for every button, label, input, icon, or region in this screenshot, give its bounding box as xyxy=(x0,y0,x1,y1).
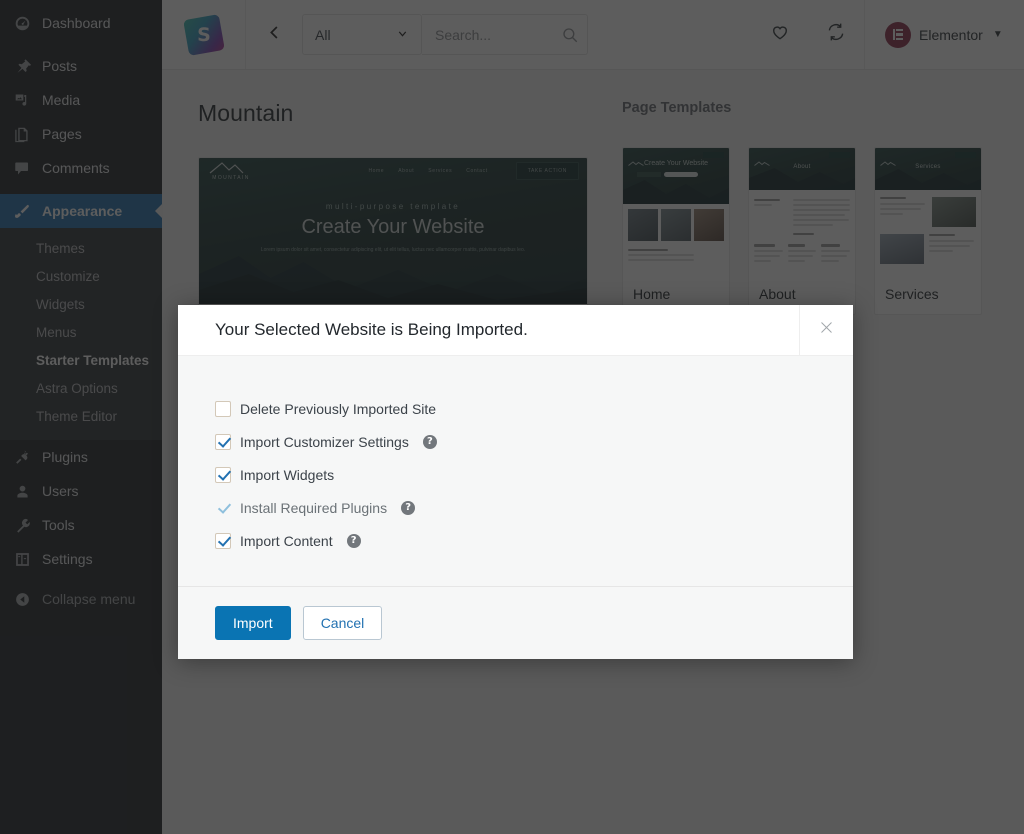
modal-body: Delete Previously Imported Site Import C… xyxy=(178,356,853,586)
app-root: Dashboard Posts Media Pages Commen xyxy=(0,0,1024,834)
option-row-install-required-plugins: Install Required Plugins ? xyxy=(178,491,853,524)
close-icon xyxy=(819,320,834,340)
help-icon[interactable]: ? xyxy=(423,435,437,449)
help-icon[interactable]: ? xyxy=(347,534,361,548)
checkbox-import-content[interactable] xyxy=(215,533,231,549)
import-button[interactable]: Import xyxy=(215,606,291,640)
option-label: Import Widgets xyxy=(240,467,334,483)
modal-footer: Import Cancel xyxy=(178,586,853,659)
option-row-import-content[interactable]: Import Content ? xyxy=(178,524,853,557)
help-icon[interactable]: ? xyxy=(401,501,415,515)
option-row-import-widgets[interactable]: Import Widgets xyxy=(178,458,853,491)
close-button[interactable] xyxy=(799,305,853,356)
option-label: Delete Previously Imported Site xyxy=(240,401,436,417)
import-modal: Your Selected Website is Being Imported.… xyxy=(178,305,853,659)
option-row-delete-previously-imported-site[interactable]: Delete Previously Imported Site xyxy=(178,392,853,425)
checkbox-delete-previously-imported-site[interactable] xyxy=(215,401,231,417)
modal-header: Your Selected Website is Being Imported. xyxy=(178,305,853,356)
checkbox-import-customizer-settings[interactable] xyxy=(215,434,231,450)
checkbox-install-required-plugins xyxy=(215,500,231,516)
checkbox-import-widgets[interactable] xyxy=(215,467,231,483)
option-label: Install Required Plugins xyxy=(240,500,387,516)
modal-title: Your Selected Website is Being Imported. xyxy=(178,320,528,340)
option-label: Import Content xyxy=(240,533,333,549)
option-row-import-customizer-settings[interactable]: Import Customizer Settings ? xyxy=(178,425,853,458)
option-label: Import Customizer Settings xyxy=(240,434,409,450)
cancel-button[interactable]: Cancel xyxy=(303,606,383,640)
